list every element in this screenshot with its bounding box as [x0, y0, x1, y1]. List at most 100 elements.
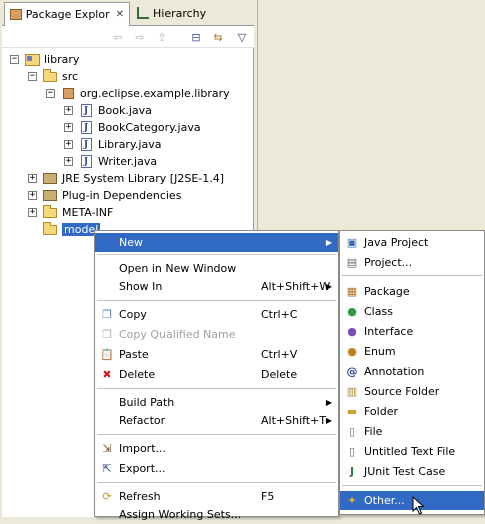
folder-icon-shape: [43, 204, 57, 218]
context-menu-item[interactable]: Open in New Window: [95, 259, 338, 278]
menu-item-label: Show In: [119, 280, 163, 293]
new-submenu-item[interactable]: ▦ Package: [340, 282, 484, 301]
tree-item[interactable]: + J BookCategory.java: [64, 119, 201, 136]
context-menu-item[interactable]: ⇲ Import...: [95, 439, 338, 458]
new-submenu-item[interactable]: ▯ Untitled Text File: [340, 442, 484, 461]
menu-item-label: Build Path: [119, 396, 175, 409]
context-menu-item[interactable]: Build Path ▶: [95, 393, 338, 412]
collapse-toggle-icon[interactable]: −: [10, 55, 19, 64]
menu-icon-placeholder: [99, 395, 115, 411]
new-submenu-item[interactable]: ● Enum: [340, 342, 484, 361]
tree-item[interactable]: model: [28, 221, 101, 238]
class-icon: ●: [347, 305, 357, 318]
menu-item-label: Interface: [364, 325, 414, 338]
library-jar-icon-shape: [43, 190, 57, 201]
tree-item[interactable]: − src: [28, 68, 78, 85]
new-submenu-item[interactable]: ▥ Source Folder: [340, 382, 484, 401]
new-submenu-item[interactable]: ● Interface: [340, 322, 484, 341]
tree-item[interactable]: + J Writer.java: [64, 153, 157, 170]
tab-hierarchy[interactable]: Hierarchy: [132, 2, 250, 24]
context-menu-item[interactable]: ❐ Copy Ctrl+C: [95, 305, 338, 324]
context-menu-item[interactable]: ⟳ Refresh F5: [95, 487, 338, 506]
collapse-all-icon[interactable]: ⊟: [188, 29, 204, 45]
menu-item-label: Project...: [364, 256, 413, 269]
context-menu-item[interactable]: Assign Working Sets...: [95, 505, 338, 524]
menu-item-label: Export...: [119, 462, 166, 475]
menu-icon-placeholder: [99, 261, 115, 277]
collapse-toggle-icon[interactable]: −: [46, 89, 55, 98]
copy-icon: ❐: [102, 308, 112, 321]
menu-icon-placeholder: [99, 413, 115, 429]
project-icon: ▤: [346, 256, 358, 269]
new-submenu-item[interactable]: ● Class: [340, 302, 484, 321]
tree-item[interactable]: + JRE System Library [J2SE-1.4]: [28, 170, 224, 187]
tree-item[interactable]: − org.eclipse.example.library: [46, 85, 230, 102]
delete-icon: ✖: [102, 368, 112, 381]
project-icon-shape: [24, 53, 40, 66]
view-menu-chevron-down-icon[interactable]: ▽: [234, 29, 250, 45]
folder-icon-shape: [43, 221, 57, 235]
new-submenu-item[interactable]: @ Annotation: [340, 362, 484, 381]
menu-item-label: JUnit Test Case: [364, 465, 446, 478]
expand-toggle-icon[interactable]: +: [28, 174, 37, 183]
folder-icon: ▬: [346, 405, 358, 418]
up-icon[interactable]: ⇧: [154, 29, 170, 45]
context-menu-item[interactable]: ❐ Copy Qualified Name: [95, 325, 338, 344]
tree-item[interactable]: + J Book.java: [64, 102, 152, 119]
menu-separator: [342, 275, 482, 276]
other-wizard-icon: ✦: [347, 494, 357, 507]
tab-package-explorer[interactable]: Package Explor ✕: [4, 2, 130, 26]
menu-item-label: Import...: [119, 442, 166, 455]
expand-toggle-icon[interactable]: +: [28, 191, 37, 200]
expand-toggle-icon[interactable]: +: [28, 208, 37, 217]
new-submenu-item[interactable]: ▯ File: [340, 422, 484, 441]
tree-item-label: BookCategory.java: [98, 121, 201, 134]
java-file-icon-shape: J: [80, 138, 92, 151]
menu-item-label: Delete: [119, 368, 156, 381]
context-menu-item[interactable]: Show In Alt+Shift+W ▶: [95, 277, 338, 296]
new-submenu-item[interactable]: J JUnit Test Case: [340, 462, 484, 481]
annotation-icon: @: [346, 365, 358, 378]
close-icon[interactable]: ✕: [116, 9, 124, 20]
menu-icon-placeholder: [99, 235, 115, 251]
menu-item-label: Open in New Window: [119, 262, 237, 275]
tree-item-label: org.eclipse.example.library: [80, 87, 230, 100]
new-submenu-item[interactable]: ▤ Project...: [340, 253, 484, 272]
menu-item-label: Other...: [364, 494, 405, 507]
folder-icon-shape: [43, 68, 57, 82]
context-menu-item[interactable]: New ▶: [95, 233, 338, 252]
folder-icon: [42, 68, 58, 84]
collapse-toggle-icon[interactable]: −: [28, 72, 37, 81]
menu-item-label: Refactor: [119, 414, 166, 427]
expand-toggle-icon[interactable]: +: [64, 157, 73, 166]
tab-label: Hierarchy: [153, 6, 207, 20]
tree-item[interactable]: − library: [10, 51, 79, 68]
new-submenu-item[interactable]: ▣ Java Project: [340, 233, 484, 252]
back-icon[interactable]: ⇦: [110, 29, 126, 45]
context-menu-item[interactable]: Refactor Alt+Shift+T ▶: [95, 411, 338, 430]
expand-toggle-icon[interactable]: +: [64, 123, 73, 132]
tree-item[interactable]: + META-INF: [28, 204, 113, 221]
package-icon: ▦: [346, 285, 358, 298]
context-menu-item[interactable]: 📋 Paste Ctrl+V: [95, 345, 338, 364]
menu-item-label: New: [119, 236, 143, 249]
context-menu-item[interactable]: ✖ Delete Delete: [95, 365, 338, 384]
java-file-icon-shape: J: [80, 155, 92, 168]
expand-toggle-icon[interactable]: +: [64, 140, 73, 149]
link-with-editor-icon[interactable]: ⇆: [210, 29, 226, 45]
source-folder-icon: ▥: [346, 385, 358, 398]
java-file-icon-shape: J: [80, 121, 92, 134]
interface-icon: ●: [347, 325, 357, 338]
import-icon: ⇲: [102, 442, 112, 455]
tree-item[interactable]: + J Library.java: [64, 136, 161, 153]
menu-item-shortcut: Delete: [261, 368, 298, 381]
expand-toggle-icon[interactable]: +: [64, 106, 73, 115]
menu-item-shortcut: Alt+Shift+W: [261, 280, 331, 293]
enum-icon: ●: [347, 345, 357, 358]
tree-item-label: Library.java: [98, 138, 162, 151]
context-menu-item[interactable]: ⇱ Export...: [95, 459, 338, 478]
new-submenu-item[interactable]: ▬ Folder: [340, 402, 484, 421]
menu-item-label: Copy Qualified Name: [119, 328, 236, 341]
tree-item[interactable]: + Plug-in Dependencies: [28, 187, 181, 204]
forward-icon[interactable]: ⇨: [132, 29, 148, 45]
